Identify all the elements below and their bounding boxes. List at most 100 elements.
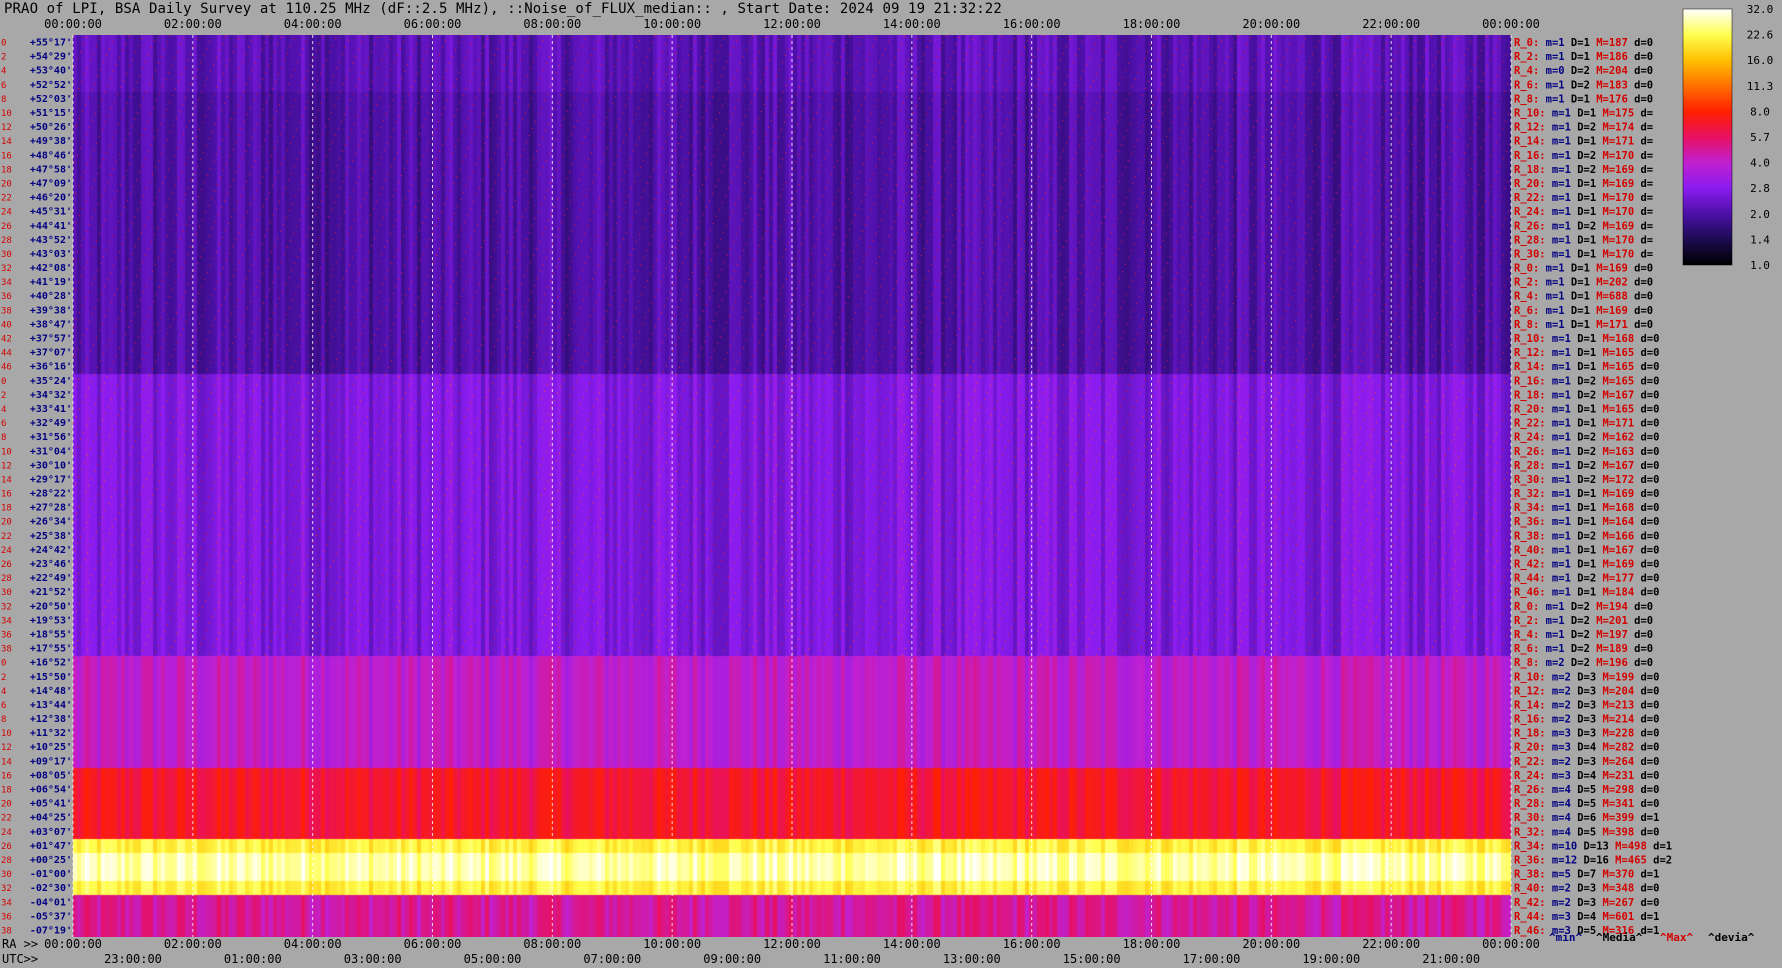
colorbar-tick-label: 5.7 bbox=[1750, 131, 1770, 144]
row-index-label: 18 bbox=[1, 165, 12, 175]
ra-tick-label: 06:00:00 bbox=[404, 937, 462, 951]
stats-footer-label: ^Max^ bbox=[1660, 931, 1693, 944]
row-index-label: 16 bbox=[1, 490, 12, 500]
row-index-label: 8 bbox=[1, 95, 6, 105]
row-index-label: 24 bbox=[1, 208, 12, 218]
declination-label: +43°52' bbox=[30, 235, 72, 246]
row-index-label: 12 bbox=[1, 461, 12, 471]
beam-stats-row: R_0: m=1 D=1 M=187 d=0 bbox=[1514, 37, 1653, 49]
declination-label: +47°09' bbox=[30, 178, 72, 189]
declination-label: +36°16' bbox=[30, 362, 72, 373]
beam-stats-row: R_38: m=1 D=2 M=166 d=0 bbox=[1514, 530, 1659, 542]
row-index-label: 0 bbox=[1, 377, 6, 387]
beam-stats-row: R_22: m=2 D=3 M=264 d=0 bbox=[1514, 756, 1659, 768]
beam-stats-row: R_6: m=1 D=2 M=189 d=0 bbox=[1514, 643, 1653, 655]
declination-label: +06°54' bbox=[30, 785, 72, 796]
row-index-label: 28 bbox=[1, 856, 12, 866]
beam-stats-row: R_20: m=1 D=1 M=169 d= bbox=[1514, 178, 1653, 190]
top-time-tick-label: 16:00:00 bbox=[1003, 17, 1061, 31]
declination-label: +34°32' bbox=[30, 390, 72, 401]
row-index-label: 38 bbox=[1, 645, 12, 655]
row-index-label: 34 bbox=[1, 898, 12, 908]
ra-tick-label: 00:00:00 bbox=[1482, 937, 1540, 951]
row-index-label: 36 bbox=[1, 292, 12, 302]
declination-label: +29°17' bbox=[30, 474, 72, 485]
utc-tick-label: 13:00:00 bbox=[943, 952, 1001, 966]
beam-stats-row: R_36: m=1 D=1 M=164 d=0 bbox=[1514, 516, 1659, 528]
declination-label: +03°07' bbox=[30, 827, 72, 838]
beam-stats-row: R_44: m=1 D=2 M=177 d=0 bbox=[1514, 573, 1659, 585]
utc-axis-prefix: UTC>> bbox=[2, 952, 38, 966]
ra-tick-label: 10:00:00 bbox=[643, 937, 701, 951]
row-index-label: 32 bbox=[1, 884, 12, 894]
ra-axis-prefix: RA >> bbox=[2, 937, 38, 951]
ra-tick-label: 12:00:00 bbox=[763, 937, 821, 951]
beam-stats-row: R_34: m=1 D=1 M=168 d=0 bbox=[1514, 502, 1659, 514]
chart-annotations: 00:00:00 02:00:00 04:00:00 06:00:00 08:00:00… bbox=[1, 3, 1773, 966]
beam-stats-row: R_26: m=1 D=2 M=163 d=0 bbox=[1514, 446, 1659, 458]
row-index-label: 44 bbox=[1, 349, 12, 359]
ra-tick-label: 20:00:00 bbox=[1242, 937, 1300, 951]
beam-stats-row: R_0: m=1 D=2 M=194 d=0 bbox=[1514, 601, 1653, 613]
beam-stats-row: R_40: m=1 D=1 M=167 d=0 bbox=[1514, 544, 1659, 556]
top-time-tick-label: 00:00:00 bbox=[1482, 17, 1540, 31]
declination-label: +14°48' bbox=[30, 686, 72, 697]
beam-stats-row: R_26: m=4 D=5 M=298 d=0 bbox=[1514, 784, 1659, 796]
declination-label: +28°22' bbox=[30, 489, 72, 500]
beam-stats-row: R_28: m=1 D=2 M=167 d=0 bbox=[1514, 460, 1659, 472]
top-time-tick-label: 02:00:00 bbox=[164, 17, 222, 31]
declination-label: +35°24' bbox=[30, 376, 72, 387]
utc-tick-label: 03:00:00 bbox=[344, 952, 402, 966]
beam-stats-row: R_22: m=1 D=1 M=170 d= bbox=[1514, 192, 1653, 204]
declination-label: +15°50' bbox=[30, 672, 72, 683]
beam-stats-row: R_34: m=10 D=13 M=498 d=1 bbox=[1514, 840, 1672, 852]
declination-label: -02°30' bbox=[30, 883, 72, 894]
beam-stats-row: R_0: m=1 D=1 M=169 d=0 bbox=[1514, 263, 1653, 275]
row-index-label: 10 bbox=[1, 729, 12, 739]
declination-label: -05°37' bbox=[30, 911, 72, 922]
declination-label: +40°28' bbox=[30, 291, 72, 302]
colorbar-tick-label: 1.0 bbox=[1750, 259, 1770, 272]
survey-figure: PRAO of LPI, BSA Daily Survey at 110.25 … bbox=[0, 0, 1782, 968]
beam-stats-row: R_8: m=2 D=2 M=196 d=0 bbox=[1514, 657, 1653, 669]
row-index-label: 38 bbox=[1, 306, 12, 316]
declination-label: +13°44' bbox=[30, 700, 72, 711]
beam-stats-row: R_42: m=2 D=3 M=267 d=0 bbox=[1514, 897, 1659, 909]
declination-label: +44°41' bbox=[30, 221, 72, 232]
ra-tick-label: 18:00:00 bbox=[1123, 937, 1181, 951]
row-index-label: 34 bbox=[1, 278, 12, 288]
beam-stats-row: R_14: m=2 D=3 M=213 d=0 bbox=[1514, 699, 1659, 711]
row-index-label: 24 bbox=[1, 546, 12, 556]
colorbar-tick-label: 2.8 bbox=[1750, 182, 1770, 195]
beam-stats-row: R_18: m=3 D=3 M=228 d=0 bbox=[1514, 728, 1659, 740]
ra-tick-label: 04:00:00 bbox=[284, 937, 342, 951]
row-index-label: 28 bbox=[1, 574, 12, 584]
row-index-label: 22 bbox=[1, 532, 12, 542]
declination-label: +33°41' bbox=[30, 404, 72, 415]
beam-stats-row: R_30: m=1 D=1 M=170 d= bbox=[1514, 248, 1653, 260]
beam-stats-row: R_28: m=4 D=5 M=341 d=0 bbox=[1514, 798, 1659, 810]
declination-label: +17°55' bbox=[30, 644, 72, 655]
row-index-label: 22 bbox=[1, 814, 12, 824]
top-time-tick-label: 14:00:00 bbox=[883, 17, 941, 31]
declination-label: +31°56' bbox=[30, 432, 72, 443]
beam-stats-row: R_44: m=3 D=4 M=601 d=1 bbox=[1514, 911, 1659, 923]
top-time-tick-label: 04:00:00 bbox=[284, 17, 342, 31]
beam-stats-row: R_12: m=1 D=1 M=165 d=0 bbox=[1514, 347, 1659, 359]
beam-stats-row: R_24: m=1 D=1 M=170 d= bbox=[1514, 206, 1653, 218]
beam-stats-row: R_12: m=2 D=3 M=204 d=0 bbox=[1514, 685, 1659, 697]
declination-label: +25°38' bbox=[30, 531, 72, 542]
beam-stats-row: R_4: m=0 D=2 M=204 d=0 bbox=[1514, 65, 1653, 77]
declination-label: +16°52' bbox=[30, 658, 72, 669]
row-index-label: 30 bbox=[1, 250, 12, 260]
declination-label: +43°03' bbox=[30, 249, 72, 260]
top-time-tick-label: 00:00:00 bbox=[44, 17, 102, 31]
beam-stats-row: R_40: m=2 D=3 M=348 d=0 bbox=[1514, 883, 1659, 895]
declination-label: +38°47' bbox=[30, 319, 72, 330]
top-time-tick-label: 06:00:00 bbox=[404, 17, 462, 31]
beam-stats-row: R_2: m=1 D=1 M=202 d=0 bbox=[1514, 277, 1653, 289]
beam-stats-row: R_14: m=1 D=1 M=165 d=0 bbox=[1514, 361, 1659, 373]
declination-label: +21°52' bbox=[30, 587, 72, 598]
utc-tick-label: 15:00:00 bbox=[1063, 952, 1121, 966]
row-index-label: 20 bbox=[1, 800, 12, 810]
